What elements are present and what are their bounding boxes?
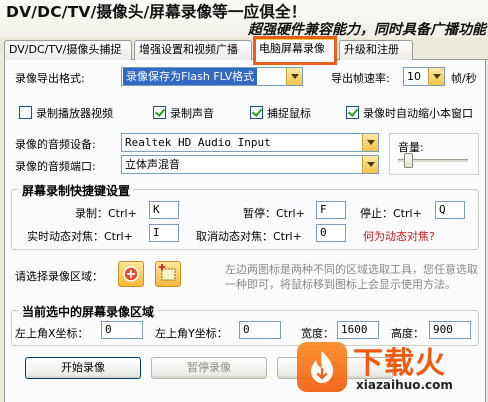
width-input[interactable]: 1600 [337,321,379,339]
height-input[interactable]: 900 [429,321,471,339]
width-label: 宽度： [301,327,334,340]
capture-mouse-checkbox[interactable] [250,106,263,119]
volume-box: 音量: [389,133,479,175]
stop-hotkey-label: 停止：Ctrl+ [360,207,422,220]
select-rectangle-icon [159,264,176,281]
chevron-down-icon[interactable] [362,134,378,151]
region-tool-rectangle-button[interactable] [155,261,181,287]
audio-port-value: 立体声混音 [125,158,180,171]
y-coordinate-label: 左上角Y坐标： [155,327,228,340]
x-coordinate-input[interactable]: 0 [101,321,143,339]
volume-slider-thumb[interactable] [404,153,414,168]
record-player-video-checkbox[interactable] [19,106,32,119]
fps-label: 导出帧速率: [331,72,390,85]
hotkeys-title: 屏幕录制快捷键设置 [19,182,134,199]
pause-recording-button[interactable]: 暂停录像 [151,357,267,379]
audio-device-select[interactable]: Realtek HD Audio Input [121,133,379,152]
banner-slogan: 超强硬件兼容能力，同时具备广播功能！ [248,22,488,38]
chevron-down-icon[interactable] [428,68,444,85]
crosshair-icon [123,266,139,282]
stop-hotkey-input[interactable]: Q [435,201,465,219]
audio-device-label: 录像的音频设备: [15,138,96,151]
download-flame-icon [311,351,333,383]
chevron-down-icon[interactable] [286,68,302,85]
x-coordinate-label: 左上角X坐标： [15,327,89,340]
focus-hotkey-input[interactable]: I [149,224,179,242]
region-select-label: 请选择录像区域： [15,270,103,283]
watermark-logo [297,342,347,392]
export-format-label: 录像导出格式: [15,72,85,85]
y-coordinate-input[interactable]: 0 [239,321,281,339]
record-hotkey-label: 录制：Ctrl+ [75,207,137,220]
record-sound-label[interactable]: 录制声音 [170,105,214,121]
fps-value: 10 [407,70,421,83]
audio-device-value: Realtek HD Audio Input [125,136,271,149]
audio-port-label: 录像的音频端口: [15,160,96,173]
watermark-url: xiazaihuo.com [356,378,453,392]
start-recording-button[interactable]: 开始录像 [25,357,141,379]
region-tool-crosshair-button[interactable] [118,261,144,287]
region-hint-text: 左边两图标是两种不同的区域选取工具，您任意选取一种即可，将鼠标移到图标上会显示使… [225,263,478,291]
pause-hotkey-label: 暂停：Ctrl+ [243,207,305,220]
tab-bar: DV/DC/TV/摄像头捕捉 增强设置和视频广播 电脑屏幕录像 升级和注册 [4,38,488,61]
export-format-value: 录像保存为Flash FLV格式 [123,68,258,85]
capture-mouse-label[interactable]: 捕捉鼠标 [267,105,311,121]
audio-port-select[interactable]: 立体声混音 [121,155,379,174]
current-region-title: 当前选中的屏幕录像区域 [19,303,158,320]
record-sound-checkbox[interactable] [153,106,166,119]
unfocus-hotkey-label: 取消动态对焦：Ctrl+ [196,230,302,243]
focus-hotkey-label: 实时动态对焦：Ctrl+ [27,230,133,243]
fps-select[interactable]: 10 [403,67,445,86]
tab-upgrade-register[interactable]: 升级和注册 [339,40,413,60]
export-format-select[interactable]: 录像保存为Flash FLV格式 [121,67,303,86]
chevron-down-icon[interactable] [362,156,378,173]
dynamic-focus-help-link[interactable]: 何为动态对焦? [363,228,435,244]
promo-banner: DV/DC/TV/摄像头/屏幕录像等一应俱全！ 超强硬件兼容能力，同时具备广播功… [0,0,488,38]
unfocus-hotkey-input[interactable]: 0 [316,224,346,242]
pause-hotkey-input[interactable]: F [316,201,346,219]
tab-screen-recording[interactable]: 电脑屏幕录像 [254,38,337,61]
auto-minimize-checkbox[interactable] [346,106,359,119]
tab-enhanced-settings[interactable]: 增强设置和视频广播 [134,40,252,60]
tab-dv-capture[interactable]: DV/DC/TV/摄像头捕捉 [4,40,132,60]
watermark-text: 下载火 [353,346,446,381]
fps-unit: 帧/秒 [451,72,477,85]
auto-minimize-label[interactable]: 录像时自动缩小本窗口 [363,105,473,121]
record-hotkey-input[interactable]: K [149,201,179,219]
record-player-video-label[interactable]: 录制播放器视频 [36,105,113,121]
